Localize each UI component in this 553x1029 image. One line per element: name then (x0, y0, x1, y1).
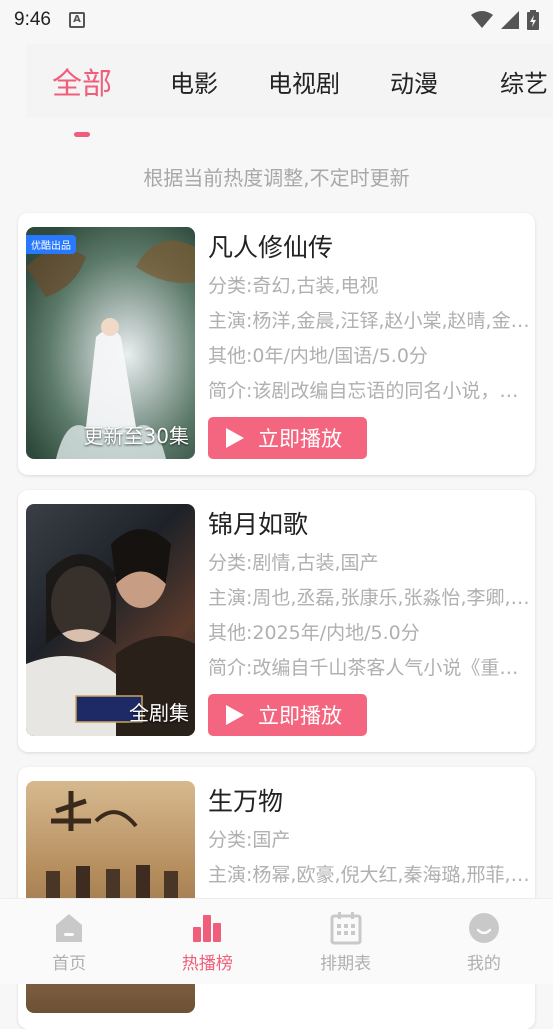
show-cast: 主演:杨洋,金晨,汪铎,赵小棠,赵晴,金世佳 (208, 310, 533, 332)
play-now-label: 立即播放 (258, 704, 342, 728)
tab-variety-label: 综艺 (500, 69, 548, 98)
nav-schedule-label: 排期表 (320, 954, 372, 974)
play-now-label: 立即播放 (258, 427, 342, 451)
profile-icon (468, 913, 499, 943)
show-card[interactable]: 全剧集 锦月如歌 分类:剧情,古装,国产 主演:周也,丞磊,张康乐,张淼怡,李卿… (18, 490, 535, 752)
show-title[interactable]: 凡人修仙传 (208, 227, 533, 269)
play-icon (226, 705, 244, 725)
show-category: 分类:奇幻,古装,电视 (208, 275, 379, 297)
show-title[interactable]: 生万物 (208, 781, 533, 823)
poster-image[interactable]: 全剧集 (26, 504, 195, 736)
show-title[interactable]: 锦月如歌 (208, 504, 533, 546)
show-cast: 主演:周也,丞磊,张康乐,张淼怡,李卿,刘冠麟 (208, 587, 533, 609)
show-category: 分类:剧情,古装,国产 (208, 552, 379, 574)
show-card[interactable]: 优酷出品 更新至30集 凡人修仙传 分类:奇幻,古装,电视 主演:杨洋,金晨,汪… (18, 213, 535, 475)
bottom-navigation: 首页 热播榜 排期表 我的 (0, 898, 553, 984)
show-cast: 主演:杨幂,欧豪,倪大红,秦海璐,邢菲,林永健 (208, 864, 533, 886)
nav-profile-label: 我的 (466, 954, 501, 974)
tab-all-label: 全部 (52, 67, 112, 102)
play-now-button[interactable]: 立即播放 (208, 417, 367, 459)
play-icon (226, 428, 244, 448)
show-intro: 简介:改编自千山茶客人气小说《重生之将门毒后》 (208, 657, 533, 679)
poster-image[interactable]: 优酷出品 更新至30集 (26, 227, 195, 459)
nav-hot-ranking[interactable]: 热播榜 (138, 899, 276, 984)
tab-variety[interactable]: 综艺 (500, 64, 548, 99)
show-info: 生万物 分类:国产 主演:杨幂,欧豪,倪大红,秦海璐,邢菲,林永健 (208, 781, 533, 893)
active-tab-indicator (74, 132, 90, 137)
tab-tv-series-label: 电视剧 (268, 69, 340, 98)
tab-tv-series[interactable]: 电视剧 (268, 64, 340, 99)
wifi-icon (471, 11, 493, 28)
nav-hot-ranking-label: 热播榜 (181, 954, 233, 974)
tab-all[interactable]: 全部 (52, 59, 112, 137)
show-category: 分类:国产 (208, 829, 291, 851)
show-other-info: 其他:2025年/内地/5.0分 (208, 622, 420, 644)
status-icons (471, 10, 539, 30)
episode-status: 更新至30集 (83, 424, 189, 448)
show-other-info: 其他:0年/内地/国语/5.0分 (208, 345, 428, 367)
category-tabs: 全部 电影 电视剧 动漫 综艺 (26, 44, 553, 137)
ranking-subtitle: 根据当前热度调整,不定时更新 (143, 166, 410, 190)
status-time: 9:46 (14, 9, 51, 30)
home-icon (56, 914, 83, 942)
tab-movies-label: 电影 (170, 69, 218, 98)
play-now-button[interactable]: 立即播放 (208, 694, 367, 736)
tab-anime[interactable]: 动漫 (390, 64, 438, 99)
notification-a-icon: A (68, 12, 85, 28)
tab-anime-label: 动漫 (390, 69, 438, 98)
show-info: 凡人修仙传 分类:奇幻,古装,电视 主演:杨洋,金晨,汪铎,赵小棠,赵晴,金世佳… (208, 227, 533, 409)
chart-bars-icon (193, 915, 222, 942)
episode-status: 全剧集 (129, 701, 189, 725)
show-info: 锦月如歌 分类:剧情,古装,国产 主演:周也,丞磊,张康乐,张淼怡,李卿,刘冠麟… (208, 504, 533, 686)
signal-icon (501, 11, 519, 29)
producer-badge: 优酷出品 (26, 235, 76, 254)
tab-movies[interactable]: 电影 (170, 64, 218, 99)
nav-schedule[interactable]: 排期表 (277, 899, 415, 984)
show-intro: 简介:该剧改编自忘语的同名小说，讲述了 (208, 380, 533, 402)
battery-icon (527, 10, 539, 30)
nav-profile[interactable]: 我的 (415, 899, 553, 984)
nav-home-label: 首页 (52, 954, 87, 974)
nav-home[interactable]: 首页 (0, 899, 138, 984)
status-bar: 9:46 A (0, 0, 553, 40)
calendar-icon (330, 912, 362, 945)
